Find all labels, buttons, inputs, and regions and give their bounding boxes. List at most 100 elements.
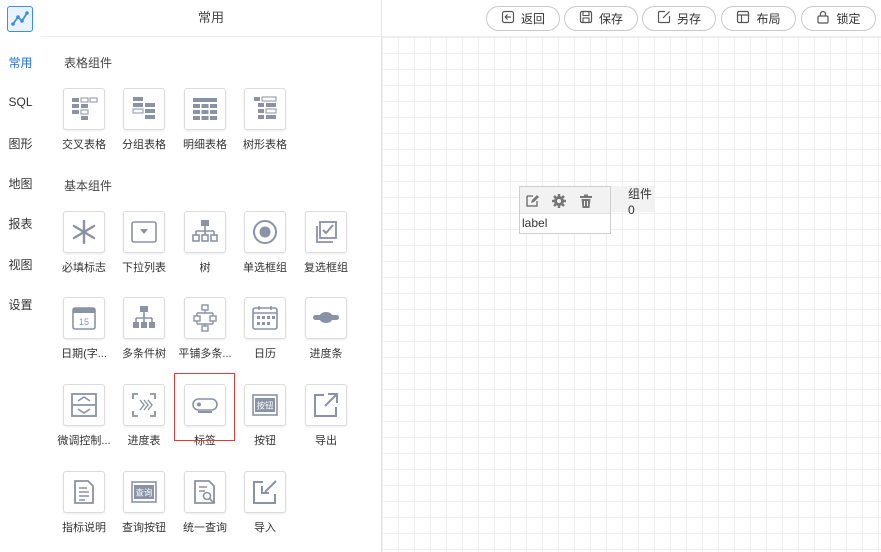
svg-text:按钮: 按钮	[256, 401, 274, 411]
tiled-tree-icon	[184, 297, 226, 339]
lock-button[interactable]: 锁定	[801, 6, 876, 31]
nav-item-common[interactable]: 常用	[0, 54, 41, 71]
widget-label-text: label	[522, 216, 548, 230]
component-unified-query[interactable]: 统一查询	[175, 471, 235, 541]
component-import[interactable]: 导入	[235, 471, 295, 541]
component-label: 多条件树	[122, 348, 166, 360]
component-label: 单选框组	[243, 262, 287, 274]
layout-button[interactable]: 布局	[721, 6, 796, 31]
component-label: 指标说明	[62, 522, 106, 534]
component-date[interactable]: 15 日期(字...	[54, 297, 114, 367]
component-multi-tree[interactable]: 多条件树	[114, 297, 174, 367]
component-asterisk[interactable]: 必填标志	[54, 211, 114, 281]
radio-icon	[244, 211, 286, 253]
nav-item-report[interactable]: 报表	[0, 215, 41, 232]
svg-text:查询: 查询	[135, 488, 152, 498]
component-spinner[interactable]: 微调控制...	[54, 384, 114, 454]
component-label: 平铺多条...	[178, 348, 232, 360]
component-label: 树	[199, 262, 211, 274]
component-progress-table[interactable]: 进度表	[114, 384, 174, 454]
back-button-label: 返回	[520, 12, 545, 26]
component-label: 导入	[254, 522, 276, 534]
nav-item-map[interactable]: 地图	[0, 175, 41, 192]
back-button[interactable]: 返回	[486, 6, 560, 31]
export-icon	[305, 384, 347, 426]
edit-icon[interactable]	[524, 193, 540, 209]
component-label: 日历	[254, 348, 276, 360]
component-label: 树形表格	[243, 139, 287, 151]
component-radio[interactable]: 单选框组	[235, 211, 295, 281]
component-label: 标签	[194, 435, 216, 447]
asterisk-icon	[63, 211, 105, 253]
checkbox-icon	[305, 211, 347, 253]
component-label: 交叉表格	[62, 139, 106, 151]
delete-icon[interactable]	[578, 193, 594, 209]
save-button[interactable]: 保存	[564, 6, 638, 31]
design-canvas[interactable]	[382, 37, 881, 552]
section-title-basic: 基本组件	[64, 179, 113, 193]
component-label: 导出	[315, 435, 337, 447]
component-tiled-tree[interactable]: 平铺多条...	[175, 297, 235, 367]
svg-text:15: 15	[79, 317, 89, 327]
component-checkbox[interactable]: 复选框组	[296, 211, 356, 281]
save-icon	[579, 10, 593, 27]
progress-bar-icon	[305, 297, 347, 339]
component-label: 统一查询	[183, 522, 227, 534]
save-as-button-label: 另存	[676, 12, 701, 26]
component-label: 复选框组	[304, 262, 348, 274]
component-label: 进度条	[309, 348, 343, 360]
multi-tree-icon	[123, 297, 165, 339]
component-label: 日期(字...	[61, 348, 107, 360]
indicator-doc-icon	[63, 471, 105, 513]
component-dropdown[interactable]: 下拉列表	[114, 211, 174, 281]
import-icon	[244, 471, 286, 513]
component-export[interactable]: 导出	[296, 384, 356, 454]
component-button[interactable]: 按钮 按钮	[235, 384, 295, 454]
component-tag[interactable]: 标签	[175, 384, 235, 454]
widget-name: 组件0	[611, 186, 655, 217]
section-title-table: 表格组件	[64, 56, 113, 70]
canvas-label-widget[interactable]: label	[519, 186, 611, 234]
query-button-icon: 查询	[123, 471, 165, 513]
save-as-icon	[657, 10, 671, 27]
back-icon	[501, 10, 515, 27]
nav-item-graphics[interactable]: 图形	[0, 135, 41, 152]
nav-item-settings[interactable]: 设置	[0, 296, 41, 313]
component-label: 明细表格	[183, 139, 227, 151]
tree-table-icon	[244, 88, 286, 130]
component-tree-table[interactable]: 树形表格	[235, 88, 295, 158]
crosstab-icon	[63, 88, 105, 130]
component-label: 下拉列表	[122, 262, 166, 274]
left-nav: 常用 SQL 图形 地图 报表 视图 设置	[0, 0, 42, 552]
unified-query-icon	[184, 471, 226, 513]
component-crosstab[interactable]: 交叉表格	[54, 88, 114, 158]
tree-icon	[184, 211, 226, 253]
app-logo-icon[interactable]	[7, 6, 33, 32]
component-group-table[interactable]: 分组表格	[114, 88, 174, 158]
component-calendar[interactable]: 日历	[235, 297, 295, 367]
component-label: 分组表格	[122, 139, 166, 151]
component-label: 按钮	[254, 435, 276, 447]
component-query-button[interactable]: 查询 查询按钮	[114, 471, 174, 541]
component-label: 必填标志	[62, 262, 106, 274]
button-icon: 按钮	[244, 384, 286, 426]
calendar-icon	[244, 297, 286, 339]
save-as-button[interactable]: 另存	[642, 6, 716, 31]
group-table-icon	[123, 88, 165, 130]
nav-item-view[interactable]: 视图	[0, 256, 41, 273]
save-button-label: 保存	[598, 12, 623, 26]
panel-title: 常用	[41, 0, 381, 37]
widget-toolbar	[520, 187, 610, 214]
layout-button-label: 布局	[756, 12, 781, 26]
component-label: 微调控制...	[57, 435, 111, 447]
component-indicator-doc[interactable]: 指标说明	[54, 471, 114, 541]
component-progress-bar[interactable]: 进度条	[296, 297, 356, 367]
settings-icon[interactable]	[551, 193, 567, 209]
nav-item-sql[interactable]: SQL	[0, 95, 41, 109]
component-label: 进度表	[127, 435, 161, 447]
detail-table-icon	[184, 88, 226, 130]
date-icon: 15	[63, 297, 105, 339]
progress-table-icon	[123, 384, 165, 426]
component-tree[interactable]: 树	[175, 211, 235, 281]
component-detail-table[interactable]: 明细表格	[175, 88, 235, 158]
